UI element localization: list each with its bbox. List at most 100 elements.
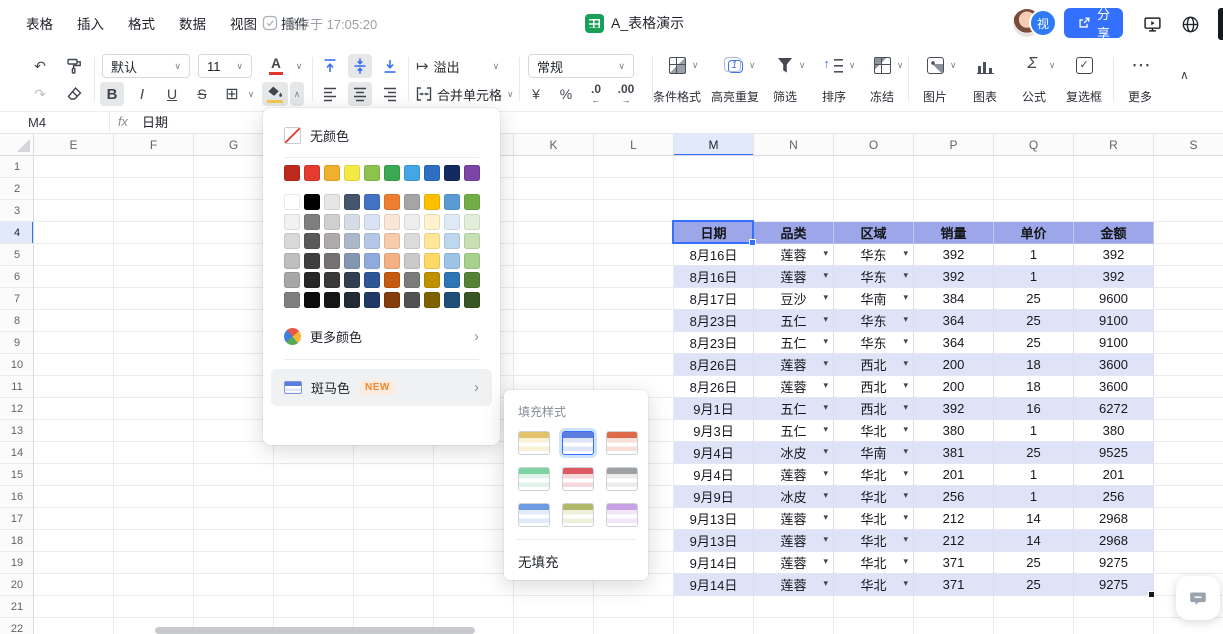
cell-dropdown-icon[interactable]: ▾ [823, 314, 828, 325]
cell-category[interactable]: 莲蓉▾ [754, 530, 834, 552]
cell-category[interactable]: 莲蓉▾ [754, 508, 834, 530]
color-swatch[interactable] [424, 253, 440, 269]
color-swatch[interactable] [424, 194, 440, 210]
cell-sales[interactable]: 256 [914, 486, 994, 508]
row-header[interactable]: 20 [0, 574, 34, 596]
cell-dropdown-icon[interactable]: ▾ [903, 270, 908, 281]
table-resize-handle[interactable] [1148, 591, 1155, 598]
cell-unit-price[interactable]: 25 [994, 442, 1074, 464]
color-swatch[interactable] [284, 194, 300, 210]
zebra-color-option[interactable]: 斑马色 NEW › [271, 369, 492, 406]
cell-amount[interactable]: 9100 [1074, 332, 1154, 354]
color-swatch[interactable] [464, 165, 480, 181]
cell-date[interactable]: 9月14日 [674, 552, 754, 574]
cell-sales[interactable]: 392 [914, 266, 994, 288]
cell-amount[interactable]: 380 [1074, 420, 1154, 442]
column-header[interactable]: E [34, 134, 114, 156]
color-swatch[interactable] [364, 233, 380, 249]
cell-amount[interactable]: 9600 [1074, 288, 1154, 310]
row-header[interactable]: 4 [0, 222, 34, 244]
table-header-cell[interactable]: 金额 [1074, 222, 1154, 244]
toolbar-big-button[interactable]: ∨ 冻结 [859, 52, 905, 106]
cell-date[interactable]: 8月16日 [674, 244, 754, 266]
color-swatch[interactable] [344, 233, 360, 249]
cell-category[interactable]: 莲蓉▾ [754, 266, 834, 288]
collapse-toolbar-button[interactable]: ∧ [1180, 68, 1189, 82]
cell-dropdown-icon[interactable]: ▾ [823, 292, 828, 303]
table-header-cell[interactable]: 品类 [754, 222, 834, 244]
cell-region[interactable]: 华北▾ [834, 464, 914, 486]
color-swatch[interactable] [384, 233, 400, 249]
toolbar-big-button[interactable]: ∨ 高亮重复 [706, 52, 764, 106]
cell-sales[interactable]: 364 [914, 332, 994, 354]
color-swatch[interactable] [344, 253, 360, 269]
align-center-button[interactable] [348, 82, 372, 106]
color-swatch[interactable] [464, 194, 480, 210]
column-header[interactable]: F [114, 134, 194, 156]
cell-sales[interactable]: 371 [914, 552, 994, 574]
color-swatch[interactable] [304, 214, 320, 230]
doc-title[interactable]: A_表格演示 [585, 0, 684, 46]
cell-dropdown-icon[interactable]: ▾ [903, 578, 908, 589]
cell-unit-price[interactable]: 1 [994, 486, 1074, 508]
cell-category[interactable]: 莲蓉▾ [754, 552, 834, 574]
cell-region[interactable]: 西北▾ [834, 398, 914, 420]
cell-dropdown-icon[interactable]: ▾ [903, 358, 908, 369]
currency-format-button[interactable]: ¥ [524, 82, 548, 106]
color-swatch[interactable] [324, 194, 340, 210]
formula-input[interactable]: 日期 [142, 112, 168, 134]
row-header[interactable]: 15 [0, 464, 34, 486]
cell-region[interactable]: 华南▾ [834, 442, 914, 464]
cell-date[interactable]: 9月1日 [674, 398, 754, 420]
clear-format-eraser-button[interactable] [62, 82, 86, 106]
color-swatch[interactable] [324, 165, 340, 181]
toolbar-big-button[interactable]: ∨ 筛选 [762, 52, 808, 106]
color-swatch[interactable] [344, 214, 360, 230]
color-swatch[interactable] [284, 233, 300, 249]
cell-dropdown-icon[interactable]: ▾ [903, 490, 908, 501]
color-swatch[interactable] [384, 253, 400, 269]
cell-amount[interactable]: 3600 [1074, 376, 1154, 398]
cell-dropdown-icon[interactable]: ▾ [823, 424, 828, 435]
cell-sales[interactable]: 364 [914, 310, 994, 332]
fill-style-swatch[interactable] [562, 467, 594, 491]
cell-region[interactable]: 华北▾ [834, 486, 914, 508]
cell-sales[interactable]: 201 [914, 464, 994, 486]
color-swatch[interactable] [344, 272, 360, 288]
cell-reference-box[interactable]: M4 [0, 112, 110, 134]
redo-button[interactable]: ↷ [28, 82, 52, 106]
table-header-cell[interactable]: 销量 [914, 222, 994, 244]
cell-category[interactable]: 冰皮▾ [754, 486, 834, 508]
cell-dropdown-icon[interactable]: ▾ [903, 556, 908, 567]
color-swatch[interactable] [404, 194, 420, 210]
menu-item[interactable]: 数据 [179, 13, 206, 33]
cell-date[interactable]: 8月23日 [674, 332, 754, 354]
column-header[interactable]: N [754, 134, 834, 156]
share-button[interactable]: 分享 [1064, 8, 1123, 38]
color-swatch[interactable] [304, 272, 320, 288]
fill-handle[interactable] [749, 239, 756, 246]
toolbar-big-button[interactable]: ∨ 公式 [1011, 52, 1057, 106]
vertical-align-top-button[interactable] [318, 54, 342, 78]
font-color-button[interactable]: A [262, 54, 290, 78]
menu-item[interactable]: 表格 [26, 13, 53, 33]
row-header[interactable]: 14 [0, 442, 34, 464]
cell-unit-price[interactable]: 1 [994, 420, 1074, 442]
no-color-option[interactable]: 无颜色 [263, 120, 500, 150]
align-right-button[interactable] [378, 82, 402, 106]
cell-region[interactable]: 华北▾ [834, 508, 914, 530]
row-header[interactable]: 1 [0, 156, 34, 178]
align-left-button[interactable] [318, 82, 342, 106]
cell-unit-price[interactable]: 16 [994, 398, 1074, 420]
cell-region[interactable]: 华东▾ [834, 266, 914, 288]
toolbar-big-button[interactable]: ∨ 排序 [811, 52, 857, 106]
color-swatch[interactable] [404, 253, 420, 269]
cell-date[interactable]: 8月23日 [674, 310, 754, 332]
cell-dropdown-icon[interactable]: ▾ [903, 292, 908, 303]
comments-button[interactable] [1176, 576, 1220, 620]
cell-dropdown-icon[interactable]: ▾ [823, 336, 828, 347]
cell-amount[interactable]: 6272 [1074, 398, 1154, 420]
color-swatch[interactable] [304, 194, 320, 210]
docked-panel-edge[interactable] [1218, 8, 1223, 40]
cell-category[interactable]: 莲蓉▾ [754, 376, 834, 398]
